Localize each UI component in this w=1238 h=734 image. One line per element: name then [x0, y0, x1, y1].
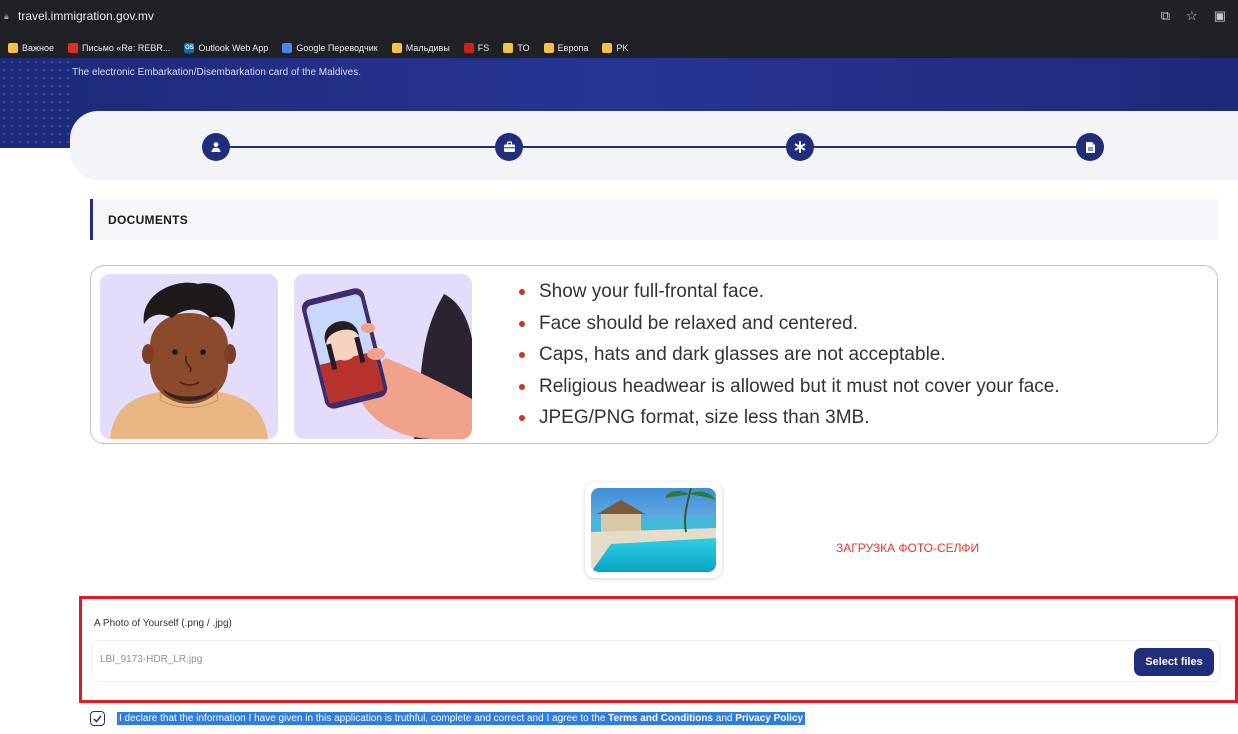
declaration-row: I declare that the information I have gi… [90, 711, 806, 726]
folder-icon [391, 43, 402, 53]
photo-upload-highlight: A Photo of Yourself (.png / .jpg) LBI_91… [79, 596, 1238, 703]
briefcase-icon [503, 141, 515, 152]
terms-link[interactable]: Terms and Conditions [608, 713, 713, 724]
step-travel[interactable] [495, 133, 523, 161]
guideline-item: Caps, hats and dark glasses are not acce… [511, 339, 1060, 371]
selfie-upload-annotation: ЗАГРУЗКА ФОТО-СЕЛФИ [836, 541, 980, 555]
folder-icon [602, 43, 613, 53]
progress-stepper [70, 111, 1238, 180]
translate-icon [282, 43, 293, 53]
photo-upload-label: A Photo of Yourself (.png / .jpg) [94, 618, 232, 629]
step-personal[interactable] [202, 133, 230, 161]
declaration-checkbox[interactable] [90, 711, 105, 726]
stepper-line [218, 146, 1088, 148]
guideline-item: Show your full-frontal face. [511, 276, 1060, 308]
bookmark-item[interactable]: TO [503, 43, 530, 53]
hero-subtitle: The electronic Embarkation/Disembarkatio… [72, 67, 362, 78]
bookmark-item[interactable]: OS Outlook Web App [184, 43, 268, 53]
bookmark-item[interactable]: Важное [8, 43, 54, 53]
photo-file-input[interactable]: LBI_9173-HDR_LR.jpg Select files [91, 640, 1221, 682]
bookmarks-bar: Важное Письмо «Re: REBR... OS Outlook Web… [0, 38, 1238, 58]
url-text[interactable]: travel.immigration.gov.mv [18, 9, 154, 23]
translate-page-icon[interactable]: ⧉ [1161, 8, 1170, 24]
folder-icon [503, 43, 514, 53]
dot-pattern-decoration [0, 58, 70, 148]
outlook-icon: OS [184, 43, 195, 53]
guideline-item: JPEG/PNG format, size less than 3MB. [511, 402, 1060, 434]
folder-icon [8, 43, 18, 53]
declaration-text: I declare that the information I have gi… [117, 712, 806, 725]
photo-preview [585, 482, 722, 578]
privacy-policy-link[interactable]: Privacy Policy [735, 713, 803, 724]
bookmark-item[interactable]: Европа [543, 43, 588, 53]
bookmark-item[interactable]: Мальдивы [391, 43, 450, 53]
bookmark-star-icon[interactable]: ☆ [1186, 8, 1198, 24]
phone-selfie-illustration [294, 274, 472, 439]
bookmark-item[interactable]: PK [602, 43, 628, 53]
fs-icon [463, 43, 474, 53]
folder-icon [543, 43, 554, 53]
asterisk-icon [794, 141, 806, 153]
guideline-item: Religious headwear is allowed but it mus… [511, 371, 1060, 403]
bookmark-item[interactable]: Письмо «Re: REBR... [68, 43, 170, 53]
section-header: DOCUMENTS [90, 199, 1218, 240]
document-icon [1085, 141, 1095, 153]
selfie-face-illustration [100, 274, 278, 439]
bookmark-item[interactable]: FS [463, 43, 489, 53]
user-icon [211, 142, 221, 152]
section-title: DOCUMENTS [108, 213, 189, 227]
guideline-list: Show your full-frontal face. Face should… [511, 276, 1060, 434]
select-files-button[interactable]: Select files [1134, 648, 1214, 676]
mail-icon [68, 43, 79, 53]
browser-address-bar: 🔒︎ travel.immigration.gov.mv ⧉ ☆ ▣ [0, 0, 1238, 38]
checkmark-icon [93, 715, 102, 723]
guideline-item: Face should be relaxed and centered. [511, 308, 1060, 340]
sidepanel-icon[interactable]: ▣ [1214, 8, 1226, 24]
step-health[interactable] [786, 133, 814, 161]
lock-icon[interactable]: 🔒︎ [4, 11, 12, 22]
bookmark-item[interactable]: Google Переводчик [282, 43, 378, 53]
selected-file-name: LBI_9173-HDR_LR.jpg [100, 654, 203, 665]
photo-guidelines-card: Show your full-frontal face. Face should… [90, 265, 1218, 444]
step-documents[interactable] [1076, 133, 1104, 161]
uploaded-photo-thumbnail [591, 488, 716, 572]
